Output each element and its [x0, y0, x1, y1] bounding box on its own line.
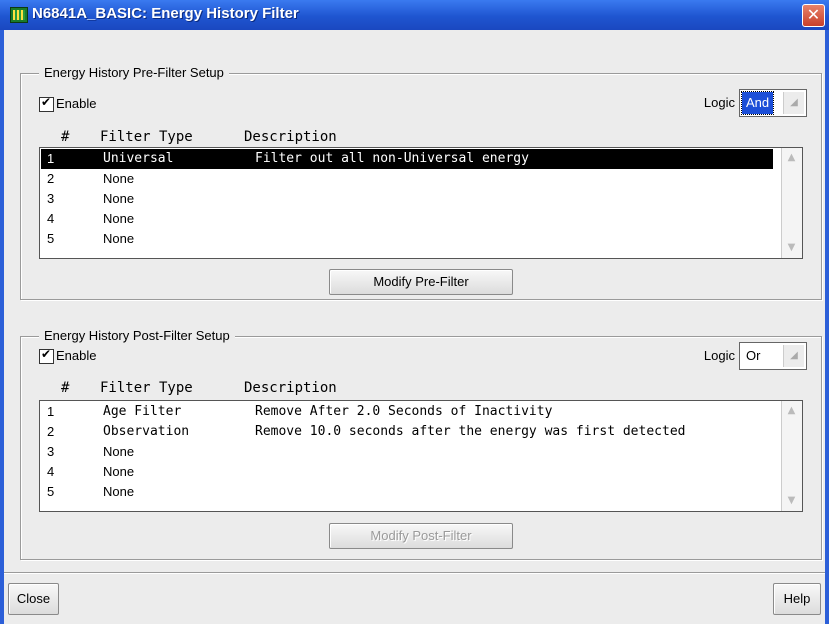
pre-filter-col-num: #	[61, 129, 70, 145]
scroll-down-icon[interactable]: ▼	[784, 493, 799, 509]
scroll-down-icon[interactable]: ▼	[784, 240, 799, 256]
list-item[interactable]: 5 None	[41, 229, 773, 249]
modify-post-filter-button[interactable]: Modify Post-Filter	[329, 523, 513, 549]
pre-filter-list[interactable]: 1 Universal Filter out all non-Universal…	[39, 147, 803, 259]
close-button[interactable]: Close	[8, 583, 59, 615]
app-icon	[10, 7, 28, 23]
pre-filter-logic-select[interactable]: And ◢	[739, 89, 807, 117]
post-filter-col-type: Filter Type	[100, 380, 193, 396]
post-filter-group: Energy History Post-Filter Setup Enable …	[20, 328, 822, 560]
title-bar[interactable]: N6841A_BASIC: Energy History Filter ✕	[0, 0, 829, 30]
help-button[interactable]: Help	[773, 583, 821, 615]
post-filter-enable-label: Enable	[56, 348, 97, 363]
footer-divider	[4, 572, 825, 574]
post-filter-logic-select[interactable]: Or ◢	[739, 342, 807, 370]
post-filter-logic-value: Or	[746, 348, 761, 363]
pre-filter-logic-value: And	[740, 91, 775, 115]
list-item[interactable]: 1 Age Filter Remove After 2.0 Seconds of…	[41, 402, 773, 422]
list-item[interactable]: 2 None	[41, 169, 773, 189]
pre-filter-group: Energy History Pre-Filter Setup Enable L…	[20, 65, 822, 300]
pre-filter-enable-label: Enable	[56, 96, 97, 111]
window-close-icon[interactable]: ✕	[802, 4, 825, 27]
post-filter-logic-label: Logic	[703, 348, 735, 363]
scroll-up-icon[interactable]: ▲	[784, 150, 799, 166]
scroll-up-icon[interactable]: ▲	[784, 403, 799, 419]
post-filter-col-num: #	[61, 380, 70, 396]
chevron-down-icon[interactable]: ◢	[783, 345, 804, 367]
list-item[interactable]: 1 Universal Filter out all non-Universal…	[41, 149, 773, 169]
pre-filter-col-type: Filter Type	[100, 129, 193, 145]
modify-pre-filter-button[interactable]: Modify Pre-Filter	[329, 269, 513, 295]
post-filter-scrollbar[interactable]: ▲ ▼	[781, 401, 802, 511]
pre-filter-scrollbar[interactable]: ▲ ▼	[781, 148, 802, 258]
pre-filter-group-title: Energy History Pre-Filter Setup	[39, 65, 229, 80]
chevron-down-icon[interactable]: ◢	[783, 92, 804, 114]
post-filter-group-title: Energy History Post-Filter Setup	[39, 328, 235, 343]
pre-filter-logic-label: Logic	[703, 95, 735, 110]
dialog-client-area: Energy History Pre-Filter Setup Enable L…	[4, 30, 825, 624]
post-filter-enable-checkbox[interactable]	[39, 347, 54, 364]
pre-filter-col-desc: Description	[244, 129, 337, 145]
dialog-window: N6841A_BASIC: Energy History Filter ✕ En…	[0, 0, 829, 624]
list-item[interactable]: 3 None	[41, 442, 773, 462]
list-item[interactable]: 4 None	[41, 462, 773, 482]
list-item[interactable]: 3 None	[41, 189, 773, 209]
pre-filter-enable-checkbox[interactable]	[39, 95, 54, 112]
list-item[interactable]: 5 None	[41, 482, 773, 502]
window-title: N6841A_BASIC: Energy History Filter	[32, 5, 299, 22]
list-item[interactable]: 2 Observation Remove 10.0 seconds after …	[41, 422, 773, 442]
post-filter-list[interactable]: 1 Age Filter Remove After 2.0 Seconds of…	[39, 400, 803, 512]
list-item[interactable]: 4 None	[41, 209, 773, 229]
post-filter-col-desc: Description	[244, 380, 337, 396]
